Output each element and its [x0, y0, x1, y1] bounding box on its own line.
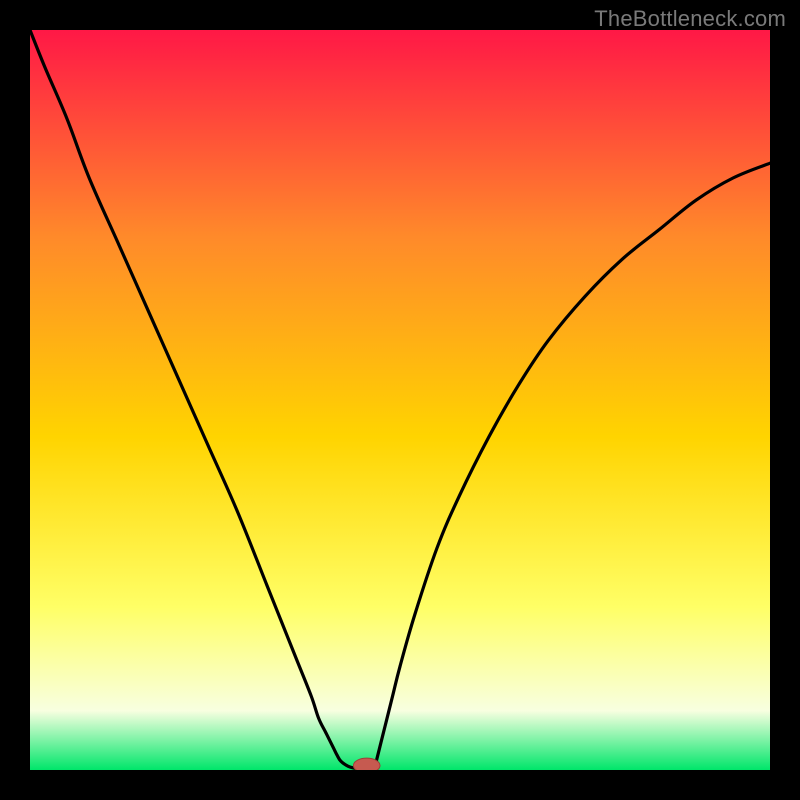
bottleneck-marker: [353, 758, 380, 770]
gradient-background: [30, 30, 770, 770]
chart-frame: TheBottleneck.com: [0, 0, 800, 800]
bottleneck-chart: [30, 30, 770, 770]
watermark-text: TheBottleneck.com: [594, 6, 786, 32]
plot-area: [30, 30, 770, 770]
